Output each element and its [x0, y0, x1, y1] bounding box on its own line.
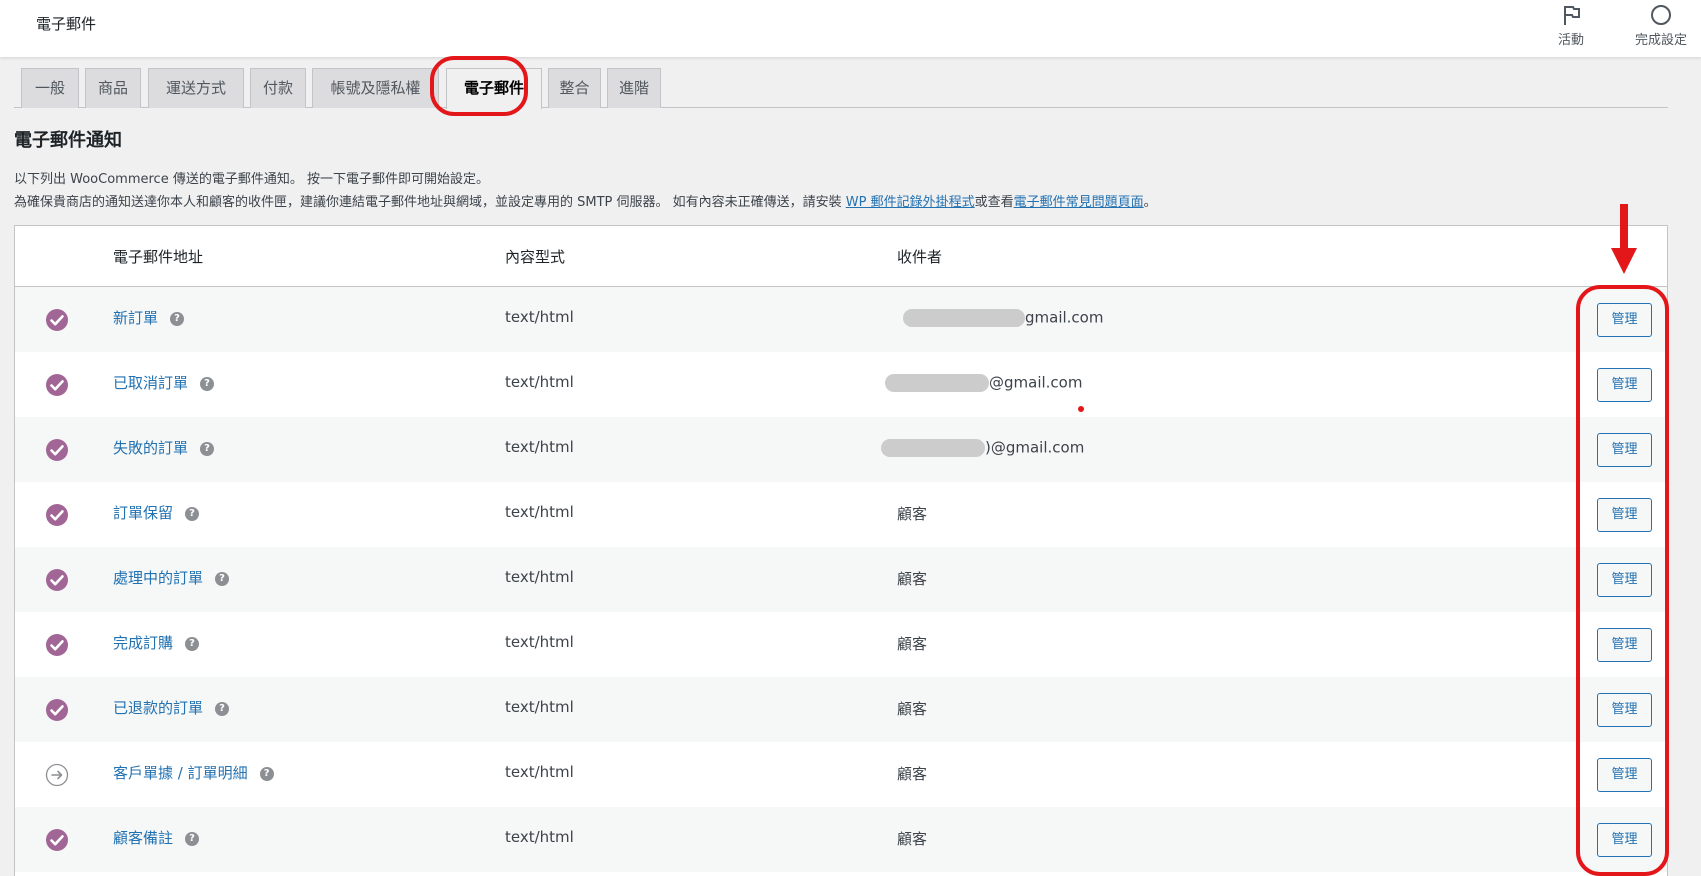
- content-type: text/html: [505, 503, 574, 521]
- help-icon[interactable]: ?: [215, 571, 230, 586]
- recipient: )@gmail.com: [881, 438, 1084, 457]
- content-type: text/html: [505, 633, 574, 651]
- table-row: 顧客備註? text/html 顧客 管理: [15, 807, 1667, 872]
- content-type: text/html: [505, 308, 574, 326]
- table-row: 完成訂購? text/html 顧客 管理: [15, 612, 1667, 677]
- help-icon[interactable]: ?: [185, 636, 200, 651]
- wp-mail-logging-link[interactable]: WP 郵件記錄外掛程式: [846, 195, 975, 210]
- redacted-email: [881, 438, 985, 457]
- manage-column-highlight-annotation: [1576, 285, 1669, 876]
- recipient: gmail.com: [897, 308, 1103, 327]
- redacted-email: [885, 373, 989, 392]
- content-type: text/html: [505, 698, 574, 716]
- recipient: @gmail.com: [885, 373, 1082, 392]
- smtp-note-text: 為確保貴商店的通知送達你本人和顧客的收件匣，建議你連結電子郵件地址與網域，並設定…: [14, 195, 846, 210]
- recipient: 顧客: [897, 830, 928, 848]
- header-recipient: 收件者: [897, 248, 943, 266]
- header-content-type: 內容型式: [505, 248, 566, 266]
- table-row: 已退款的訂單? text/html 顧客 管理: [15, 677, 1667, 742]
- tab-products[interactable]: 商品: [85, 68, 141, 108]
- table-row: 訂單保留? text/html 顧客 管理: [15, 482, 1667, 547]
- finish-setup-label: 完成設定: [1634, 33, 1687, 48]
- page-title: 電子郵件: [36, 15, 97, 33]
- email-name-link[interactable]: 處理中的訂單?: [113, 567, 230, 588]
- table-row: 客戶單據 / 訂單明細? text/html 顧客 管理: [15, 742, 1667, 807]
- table-row: 已取消訂單? text/html @gmail.com 管理: [15, 352, 1667, 417]
- red-dot-annotation: [1078, 406, 1084, 412]
- tab-accounts-privacy[interactable]: 帳號及隱私權: [312, 68, 439, 108]
- settings-tabs: 一般 商品 運送方式 付款 帳號及隱私權 電子郵件 整合 進階: [14, 68, 1668, 109]
- content-type: text/html: [505, 373, 574, 391]
- email-name-link[interactable]: 已退款的訂單?: [113, 697, 230, 718]
- email-name-link[interactable]: 顧客備註?: [113, 827, 200, 848]
- email-name-link[interactable]: 訂單保留?: [113, 502, 200, 523]
- email-name-link[interactable]: 失敗的訂單?: [113, 437, 215, 458]
- recipient: 顧客: [897, 570, 928, 588]
- tab-integration[interactable]: 整合: [548, 68, 601, 108]
- help-icon[interactable]: ?: [200, 441, 215, 456]
- progress-circle-icon: [1651, 5, 1671, 25]
- tab-payments[interactable]: 付款: [250, 68, 306, 108]
- email-name-link[interactable]: 客戶單據 / 訂單明細?: [113, 762, 274, 783]
- smtp-note-mid: 或查看: [974, 195, 1014, 210]
- help-icon[interactable]: ?: [259, 766, 274, 781]
- tab-shipping[interactable]: 運送方式: [148, 68, 244, 108]
- table-header: 電子郵件地址 內容型式 收件者: [15, 226, 1667, 287]
- tab-general[interactable]: 一般: [21, 68, 79, 108]
- table-row: 新訂單? text/html gmail.com 管理: [15, 287, 1667, 352]
- email-faq-link[interactable]: 電子郵件常見問題頁面: [1014, 195, 1144, 210]
- top-header: 電子郵件 活動 完成設定: [0, 0, 1701, 57]
- finish-setup-button[interactable]: 完成設定: [1626, 0, 1696, 57]
- content-type: text/html: [505, 828, 574, 846]
- help-icon[interactable]: ?: [200, 376, 215, 391]
- red-arrow-down-icon: [1611, 204, 1637, 274]
- recipient: 顧客: [897, 765, 928, 783]
- section-smtp-note: 為確保貴商店的通知送達你本人和顧客的收件匣，建議你連結電子郵件地址與網域，並設定…: [14, 191, 1157, 210]
- help-icon[interactable]: ?: [185, 506, 200, 521]
- check-circle-icon: [46, 634, 68, 656]
- email-name-link[interactable]: 完成訂購?: [113, 632, 200, 653]
- check-circle-icon: [46, 439, 68, 461]
- check-circle-icon: [46, 374, 68, 396]
- arrow-circle-icon: [45, 763, 69, 787]
- email-name-link[interactable]: 已取消訂單?: [113, 372, 215, 393]
- recipient: 顧客: [897, 635, 928, 653]
- header-email: 電子郵件地址: [113, 248, 204, 266]
- tab-advanced[interactable]: 進階: [607, 68, 661, 108]
- check-circle-icon: [46, 309, 68, 331]
- recipient: 顧客: [897, 505, 928, 523]
- check-circle-icon: [46, 829, 68, 851]
- tab-highlight-annotation: [430, 56, 528, 116]
- help-icon[interactable]: ?: [170, 311, 185, 326]
- content-type: text/html: [505, 568, 574, 586]
- email-name-link[interactable]: 新訂單?: [113, 307, 185, 328]
- content-type: text/html: [505, 438, 574, 456]
- check-circle-icon: [46, 699, 68, 721]
- flag-icon: [1564, 6, 1580, 25]
- recipient: 顧客: [897, 700, 928, 718]
- activity-label: 活動: [1557, 33, 1584, 48]
- table-row: 處理中的訂單? text/html 顧客 管理: [15, 547, 1667, 612]
- section-description: 以下列出 WooCommerce 傳送的電子郵件通知。 按一下電子郵件即可開始設…: [14, 172, 489, 187]
- section-title: 電子郵件通知: [14, 130, 122, 151]
- redacted-email: [903, 308, 1025, 327]
- content-type: text/html: [505, 763, 574, 781]
- help-icon[interactable]: ?: [215, 701, 230, 716]
- activity-button[interactable]: 活動: [1536, 0, 1606, 57]
- table-row: 失敗的訂單? text/html )@gmail.com 管理: [15, 417, 1667, 482]
- email-notifications-table: 電子郵件地址 內容型式 收件者 新訂單? text/html gmail.com…: [14, 225, 1668, 876]
- help-icon[interactable]: ?: [185, 831, 200, 846]
- check-circle-icon: [46, 569, 68, 591]
- smtp-note-end: 。: [1143, 195, 1157, 210]
- check-circle-icon: [46, 504, 68, 526]
